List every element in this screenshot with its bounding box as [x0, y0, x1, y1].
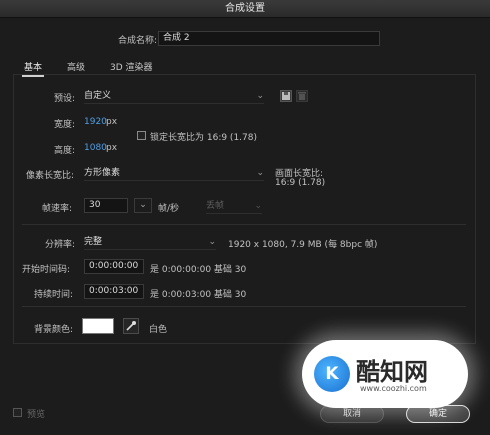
- watermark-badge: K 酷知网 www.coozhi.com: [302, 340, 468, 408]
- chevron-down-icon: ⌄: [256, 91, 264, 101]
- chevron-down-icon: ⌄: [139, 200, 147, 210]
- lock-aspect-checkbox[interactable]: [137, 131, 146, 140]
- pixel-aspect-label: 像素长宽比:: [26, 171, 75, 181]
- height-label: 高度:: [54, 146, 76, 156]
- pixel-aspect-value: 方形像素: [84, 168, 121, 178]
- preview-checkbox[interactable]: [13, 408, 22, 417]
- duration-input[interactable]: 0:00:03:00: [84, 284, 144, 299]
- width-label: 宽度:: [54, 120, 76, 130]
- start-timecode-info: 是 0:00:00:00 基础 30: [150, 265, 247, 275]
- comp-name-input[interactable]: 合成 2: [158, 31, 380, 46]
- frame-rate-menu[interactable]: ⌄: [134, 198, 152, 213]
- section-divider: [22, 224, 466, 225]
- trash-icon[interactable]: [296, 90, 308, 102]
- width-unit: px: [106, 117, 118, 127]
- duration-info: 是 0:00:03:00 基础 30: [150, 290, 247, 300]
- save-preset-icon[interactable]: [280, 90, 292, 102]
- comp-name-label: 合成名称:: [118, 36, 158, 46]
- height-unit: px: [106, 143, 118, 153]
- resolution-label: 分辨率:: [45, 240, 76, 250]
- background-color-swatch[interactable]: [82, 318, 114, 334]
- watermark-title: 酷知网: [356, 358, 428, 386]
- preset-value: 自定义: [84, 91, 112, 101]
- frame-aspect-value: 16:9 (1.78): [275, 178, 326, 188]
- background-color-name: 白色: [149, 325, 168, 335]
- lock-aspect-label: 锁定长宽比为 16:9 (1.78): [150, 133, 257, 143]
- background-color-label: 背景颜色:: [34, 325, 74, 335]
- resolution-dropdown[interactable]: 完整 ⌄: [84, 235, 216, 250]
- eyedropper-icon[interactable]: [123, 318, 139, 334]
- dialog-title: 合成设置: [225, 3, 265, 14]
- resolution-value: 完整: [84, 237, 103, 247]
- start-timecode-label: 开始时间码:: [22, 265, 71, 275]
- duration-label: 持续时间:: [34, 290, 74, 300]
- preset-dropdown[interactable]: 自定义 ⌄: [84, 89, 264, 104]
- frame-rate-label: 帧速率:: [42, 204, 73, 214]
- watermark-url: www.coozhi.com: [360, 384, 427, 393]
- frame-rate-unit: 帧/秒: [158, 204, 180, 214]
- width-value[interactable]: 1920: [84, 117, 107, 127]
- preview-label: 预览: [27, 410, 46, 420]
- watermark-logo: K: [314, 356, 350, 392]
- chevron-down-icon: ⌄: [256, 168, 264, 178]
- pixel-aspect-dropdown[interactable]: 方形像素 ⌄: [84, 166, 264, 181]
- resolution-info: 1920 x 1080, 7.9 MB (每 8bpc 帧): [228, 240, 378, 250]
- frame-rate-input[interactable]: 30: [84, 198, 128, 213]
- dialog-title-bar: 合成设置: [0, 0, 490, 18]
- start-timecode-input[interactable]: 0:00:00:00: [84, 259, 144, 274]
- drop-frame-dropdown[interactable]: 丢帧 ⌄: [206, 199, 262, 214]
- chevron-down-icon: ⌄: [208, 237, 216, 247]
- section-divider: [22, 306, 466, 307]
- drop-frame-value: 丢帧: [206, 201, 225, 211]
- tab-advanced[interactable]: 高级: [67, 60, 85, 73]
- tab-basic[interactable]: 基本: [21, 60, 45, 77]
- height-value[interactable]: 1080: [84, 143, 107, 153]
- chevron-down-icon: ⌄: [254, 201, 262, 211]
- tab-3d-renderer[interactable]: 3D 渲染器: [110, 60, 153, 73]
- preset-label: 预设:: [54, 94, 76, 104]
